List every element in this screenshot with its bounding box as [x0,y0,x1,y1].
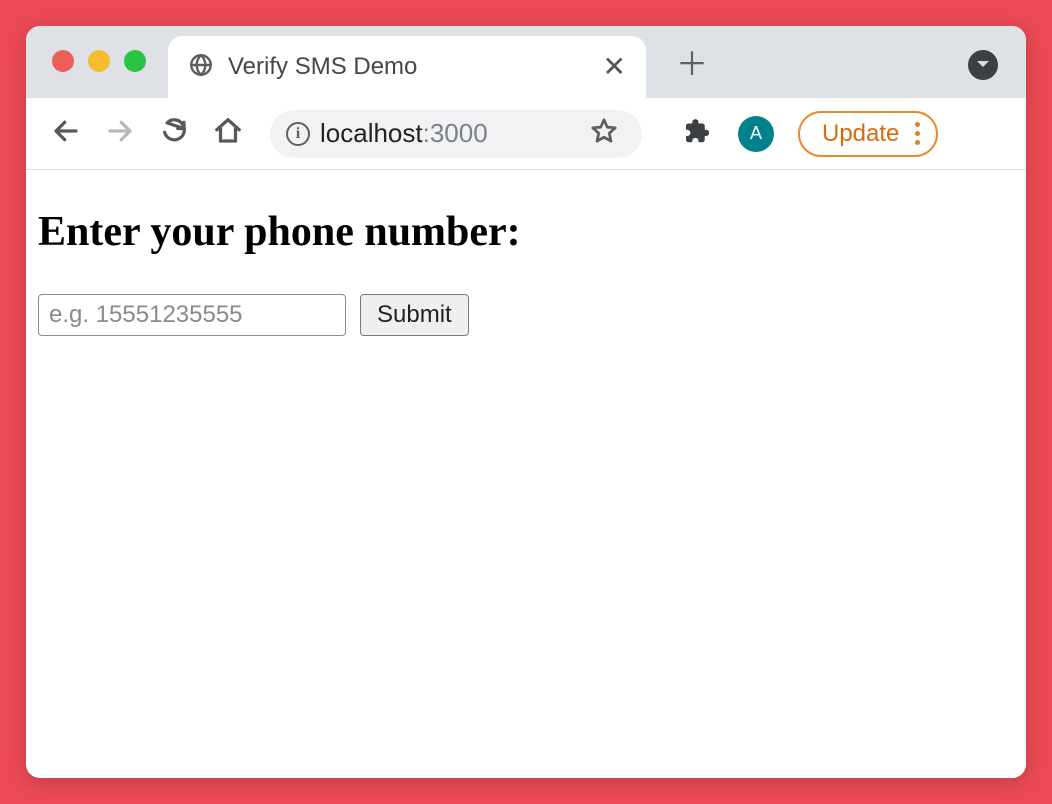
window-maximize-button[interactable] [124,50,146,72]
traffic-lights [52,50,146,72]
tab-title: Verify SMS Demo [228,53,589,81]
extensions-button[interactable] [674,112,718,156]
home-button[interactable] [206,112,250,156]
plus-icon: ＋ [676,46,708,82]
submit-button[interactable]: Submit [360,294,469,336]
update-label: Update [822,120,899,148]
browser-toolbar: i localhost:3000 A Update [26,98,1026,170]
home-icon [213,116,243,151]
globe-icon [188,52,214,83]
browser-tab-active[interactable]: Verify SMS Demo ✕ [168,36,646,98]
arrow-left-icon [51,116,81,151]
phone-input[interactable] [38,294,346,336]
bookmark-button[interactable] [582,112,626,156]
update-button[interactable]: Update [798,111,938,157]
url-host: localhost [320,118,423,149]
window-minimize-button[interactable] [88,50,110,72]
profile-avatar[interactable]: A [738,116,774,152]
new-tab-button[interactable]: ＋ [676,48,708,80]
browser-window: Verify SMS Demo ✕ ＋ [26,26,1026,778]
page-content: Enter your phone number: Submit [26,170,1026,778]
arrow-right-icon [105,116,135,151]
url-port: :3000 [423,118,488,149]
star-icon [589,116,619,151]
tab-strip: Verify SMS Demo ✕ ＋ [26,26,1026,98]
phone-form: Submit [38,294,1014,336]
back-button[interactable] [44,112,88,156]
forward-button[interactable] [98,112,142,156]
site-info-button[interactable]: i [286,122,310,146]
window-close-button[interactable] [52,50,74,72]
info-icon: i [296,126,300,142]
puzzle-icon [681,116,711,151]
close-tab-button[interactable]: ✕ [603,53,626,81]
kebab-icon [915,122,920,145]
page-heading: Enter your phone number: [38,208,1014,256]
address-bar[interactable]: i localhost:3000 [270,110,642,158]
chevron-down-icon [976,56,990,74]
reload-button[interactable] [152,112,196,156]
avatar-initial: A [750,123,762,144]
url-display: localhost:3000 [320,118,488,149]
tab-search-button[interactable] [968,50,998,80]
reload-icon [159,116,189,151]
